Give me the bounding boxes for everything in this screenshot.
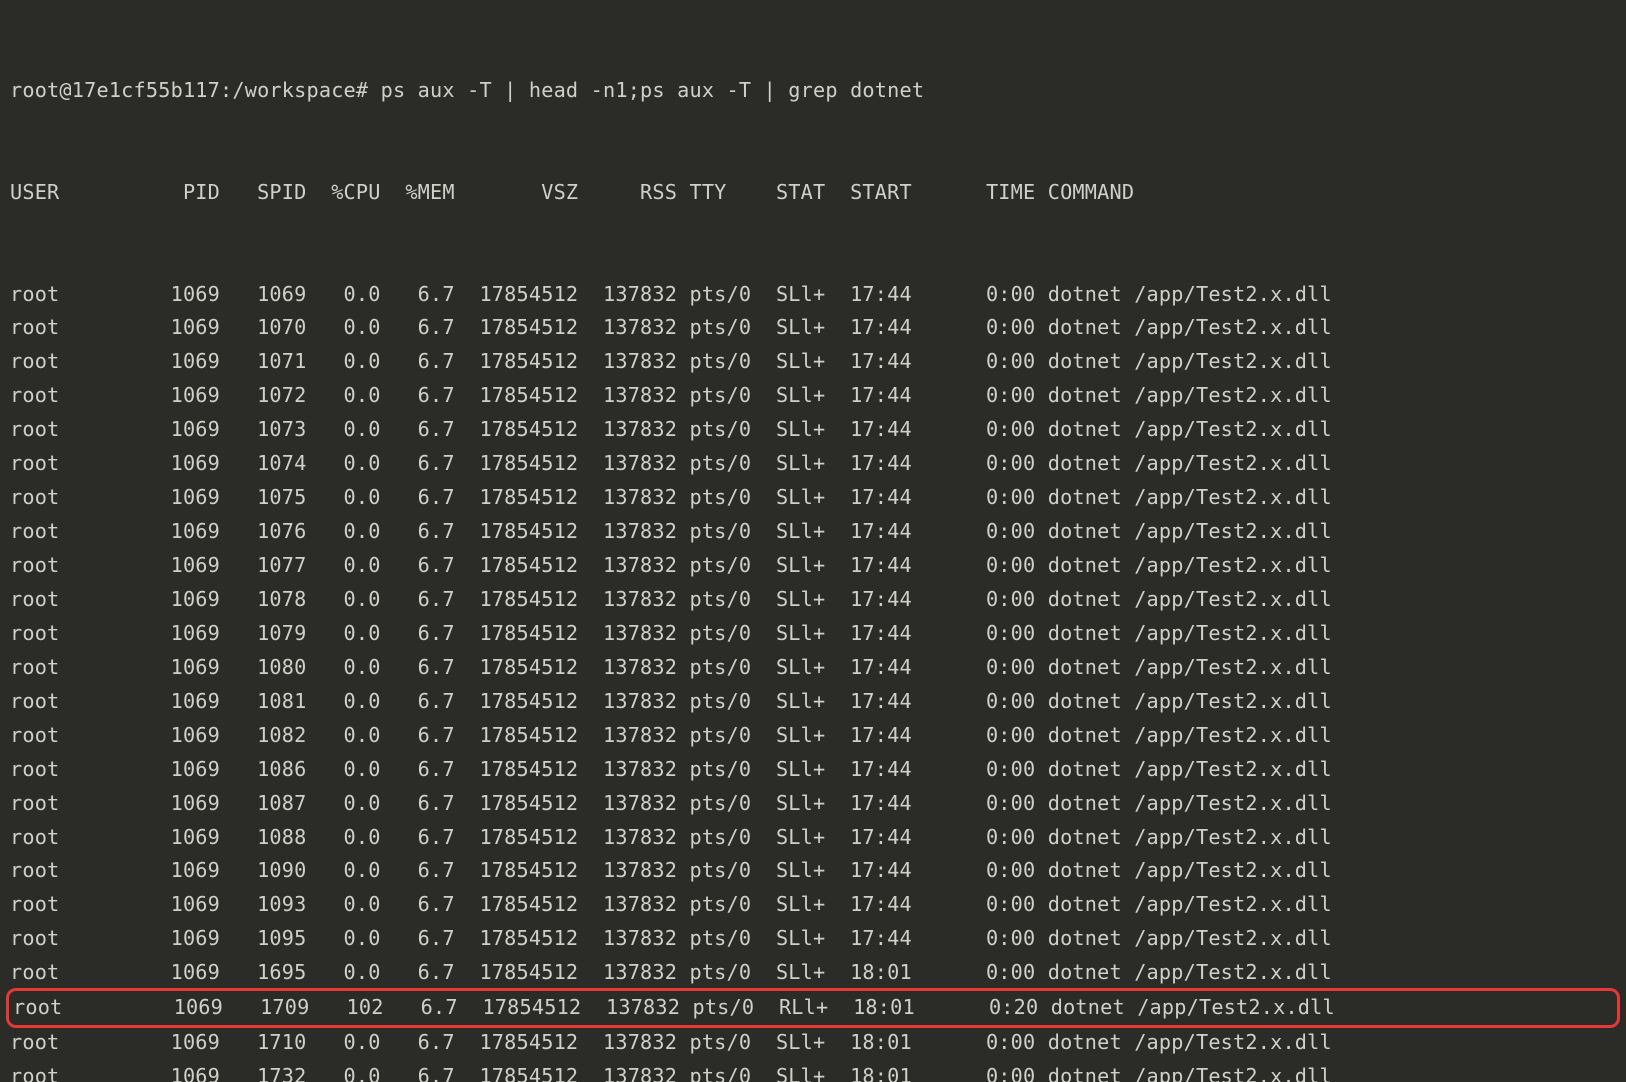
ps-rows: root 1069 1069 0.0 6.7 17854512 137832 p…	[10, 278, 1616, 1082]
ps-row: root 1069 1078 0.0 6.7 17854512 137832 p…	[10, 583, 1616, 617]
ps-row: root 1069 1079 0.0 6.7 17854512 137832 p…	[10, 617, 1616, 651]
ps-row: root 1069 1088 0.0 6.7 17854512 137832 p…	[10, 821, 1616, 855]
ps-row: root 1069 1072 0.0 6.7 17854512 137832 p…	[10, 379, 1616, 413]
terminal[interactable]: root@17e1cf55b117:/workspace# ps aux -T …	[0, 0, 1626, 1082]
ps-header: USER PID SPID %CPU %MEM VSZ RSS TTY STAT…	[10, 176, 1616, 210]
ps-row: root 1069 1076 0.0 6.7 17854512 137832 p…	[10, 515, 1616, 549]
ps-row: root 1069 1070 0.0 6.7 17854512 137832 p…	[10, 311, 1616, 345]
ps-row: root 1069 1071 0.0 6.7 17854512 137832 p…	[10, 345, 1616, 379]
ps-row: root 1069 1732 0.0 6.7 17854512 137832 p…	[10, 1060, 1616, 1082]
ps-row: root 1069 1075 0.0 6.7 17854512 137832 p…	[10, 481, 1616, 515]
ps-row: root 1069 1095 0.0 6.7 17854512 137832 p…	[10, 922, 1616, 956]
ps-row: root 1069 1695 0.0 6.7 17854512 137832 p…	[10, 956, 1616, 990]
ps-row: root 1069 1710 0.0 6.7 17854512 137832 p…	[10, 1026, 1616, 1060]
ps-row: root 1069 1077 0.0 6.7 17854512 137832 p…	[10, 549, 1616, 583]
ps-row: root 1069 1074 0.0 6.7 17854512 137832 p…	[10, 447, 1616, 481]
ps-row: root 1069 1069 0.0 6.7 17854512 137832 p…	[10, 278, 1616, 312]
prompt-line: root@17e1cf55b117:/workspace# ps aux -T …	[10, 74, 1616, 108]
ps-row: root 1069 1087 0.0 6.7 17854512 137832 p…	[10, 787, 1616, 821]
ps-row: root 1069 1082 0.0 6.7 17854512 137832 p…	[10, 719, 1616, 753]
ps-row: root 1069 1090 0.0 6.7 17854512 137832 p…	[10, 854, 1616, 888]
ps-row: root 1069 1080 0.0 6.7 17854512 137832 p…	[10, 651, 1616, 685]
ps-row: root 1069 1709 102 6.7 17854512 137832 p…	[13, 991, 1613, 1025]
ps-row: root 1069 1073 0.0 6.7 17854512 137832 p…	[10, 413, 1616, 447]
ps-row: root 1069 1081 0.0 6.7 17854512 137832 p…	[10, 685, 1616, 719]
ps-row: root 1069 1086 0.0 6.7 17854512 137832 p…	[10, 753, 1616, 787]
ps-row: root 1069 1093 0.0 6.7 17854512 137832 p…	[10, 888, 1616, 922]
highlight-box: root 1069 1709 102 6.7 17854512 137832 p…	[6, 988, 1620, 1028]
